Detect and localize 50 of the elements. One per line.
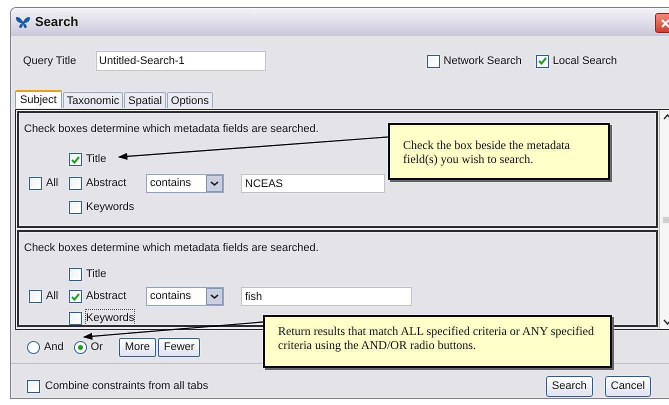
tab[interactable]: Options [166,92,213,108]
close-icon [661,18,669,28]
scroll-grip-icon[interactable] [663,216,669,222]
caret-icon [206,288,223,305]
checkbox[interactable] [29,290,42,303]
checkbox-label: Abstract [86,289,126,304]
tab[interactable]: Spatial [124,92,166,108]
tab[interactable]: Taxonomic [62,92,124,108]
checkbox-label: Local Search [552,54,617,69]
checkbox[interactable] [29,177,42,190]
checkbox-label: All [46,289,58,304]
checkbox-label: Keywords [86,200,134,216]
checkbox[interactable] [536,54,549,68]
button[interactable]: More [118,338,156,356]
checkbox[interactable] [69,312,82,325]
checkbox[interactable] [426,54,440,68]
checkbox[interactable] [69,177,82,190]
checkbox-label: Combine constraints from all tabs [45,379,208,394]
radio-button[interactable] [74,340,87,354]
checkbox-label: Keywords [86,310,134,325]
radio-label: Or [90,340,103,355]
checkbox[interactable] [27,380,40,393]
checkbox[interactable] [69,153,82,166]
search-term-field[interactable]: fish [241,287,412,306]
callout: Return results that match ALL specified criteria or ANY specified criteria using the AND/OR radio buttons. [263,315,612,368]
operator-dropdown[interactable]: contains [146,287,224,306]
checkbox[interactable] [69,201,82,214]
tab[interactable]: Subject [15,90,62,108]
checkbox-label: Abstract [86,176,126,192]
hint-text: Check boxes determine which metadata fields are searched. [24,241,320,256]
radio-button[interactable] [27,340,40,354]
hint-text: Check boxes determine which metadata fields are searched. [24,122,320,137]
checkbox-label: Title [86,267,106,282]
search-term-field[interactable]: NCEAS [241,174,385,193]
window-title: Search [35,13,78,32]
checkbox-label: Title [86,152,106,168]
radio-label: And [44,340,64,355]
checkbox[interactable] [69,268,82,281]
checkbox-label: Network Search [444,54,522,69]
checkbox[interactable] [69,290,82,303]
checkbox-label: All [46,176,58,192]
query-title-field[interactable]: Untitled-Search-1 [96,51,266,71]
caret-icon [206,175,223,192]
callout: Check the box beside the metadata field(s) you wish to search. [388,123,610,180]
button[interactable]: Cancel [604,376,651,397]
operator-dropdown[interactable]: contains [146,174,224,193]
button[interactable]: Search [546,376,593,397]
query-title-label: Query Title [23,54,78,69]
button[interactable]: Fewer [158,338,200,356]
butterfly-icon [15,16,31,28]
